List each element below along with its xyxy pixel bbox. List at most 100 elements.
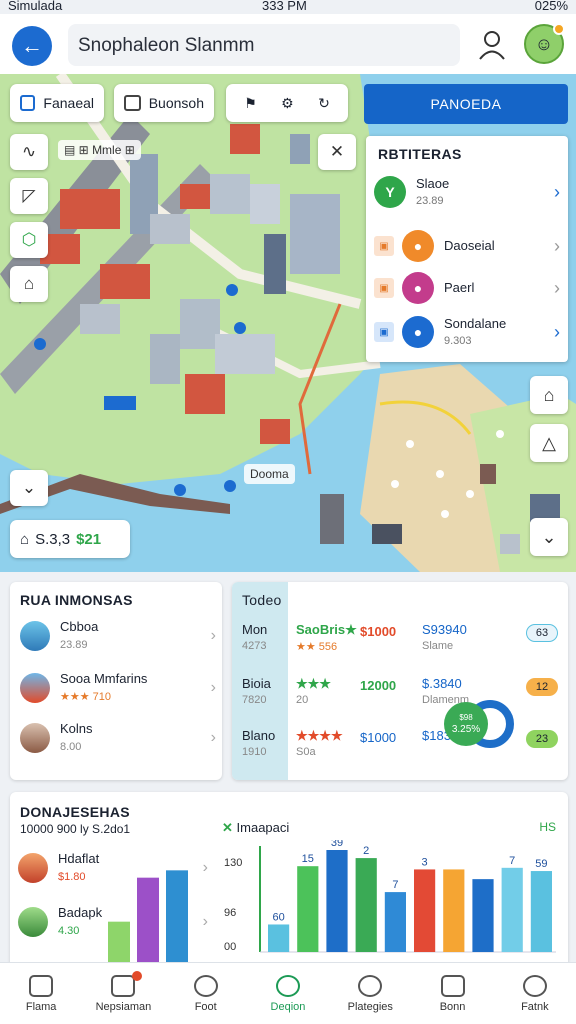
donut-value: 3.25% bbox=[452, 724, 480, 735]
chip-filter-2[interactable]: Buonsoh bbox=[114, 84, 214, 122]
status-bar: Simulada 333 PM 025% bbox=[0, 0, 576, 14]
back-button[interactable]: ← bbox=[12, 26, 52, 66]
chevron-right-icon: › bbox=[554, 181, 560, 202]
nav-item-home[interactable]: Flama bbox=[0, 963, 82, 1024]
home-map-icon[interactable]: ⌂ bbox=[530, 376, 568, 414]
table-row[interactable]: Blano 1910 ★★★★ S0a $1000 $1839 23 bbox=[242, 728, 572, 776]
smile-icon bbox=[193, 974, 218, 997]
row-sub: 4273 bbox=[242, 640, 267, 652]
person-name: Sooa Mmfarins bbox=[60, 671, 148, 686]
bar bbox=[355, 858, 377, 952]
avatar bbox=[20, 673, 50, 703]
close-icon[interactable]: ✕ bbox=[318, 134, 356, 170]
nav-label: Fatnk bbox=[521, 1000, 549, 1013]
bar bbox=[443, 869, 465, 952]
y-tick-label: 00 bbox=[224, 941, 236, 953]
user-icon bbox=[522, 974, 547, 997]
nav-item-active[interactable]: Deqion bbox=[247, 963, 329, 1024]
map-place-label: ▤ ⊞ Mmle ⊞ bbox=[58, 140, 141, 160]
chart-title: ✕ Imaapaci bbox=[222, 820, 289, 836]
table-row[interactable]: Bioia 7820 ★★★ 20 12000 $.3840 Dlamenm 1… bbox=[242, 676, 572, 724]
row-alt-sub: Slame bbox=[422, 640, 454, 652]
bar bbox=[108, 921, 130, 962]
list-item[interactable]: Kolns 8.00 › bbox=[20, 714, 216, 762]
map-view[interactable]: Fanaeal Buonsoh ⚑ ⚙ ↻ PANOEDA ∿ ◸ ⬡ ⌂ ⌄ … bbox=[0, 74, 576, 572]
nav-item-notifications[interactable]: Nepsiaman bbox=[82, 963, 164, 1024]
map-tools-group: ⚑ ⚙ ↻ bbox=[226, 84, 348, 122]
chevron-down-icon[interactable]: ⌄ bbox=[530, 518, 568, 556]
results-panel: RBTITERAS Y Slaoe 23.89 › ▣ ● Daoseial › … bbox=[366, 136, 568, 362]
row-alt: $.3840 bbox=[422, 676, 462, 691]
tag-icon: ▣ bbox=[374, 236, 394, 256]
chevron-right-icon: › bbox=[210, 627, 216, 644]
row-alt: S93940 bbox=[422, 622, 467, 637]
primary-action-button[interactable]: PANOEDA bbox=[364, 84, 568, 124]
compare-card: Todeo Mon 4273 SaoBris★ ★★ 556 $1000 S93… bbox=[232, 582, 568, 780]
navigate-icon[interactable]: △ bbox=[530, 424, 568, 462]
bar bbox=[268, 924, 290, 952]
nav-item-strategies[interactable]: Plategies bbox=[329, 963, 411, 1024]
bar bbox=[384, 892, 406, 952]
row-rating-sub: 20 bbox=[296, 694, 309, 706]
check-icon: Y bbox=[374, 176, 406, 208]
chip-filter-2-label: Buonsoh bbox=[148, 95, 204, 111]
person-run-icon bbox=[275, 974, 300, 997]
nav-label: Foot bbox=[194, 1000, 217, 1013]
pin-icon[interactable]: ⬡ bbox=[10, 222, 48, 258]
person-sub: ★★★ 710 bbox=[60, 691, 111, 703]
bottom-nav: Flama Nepsiaman Foot Deqion Plategies Bo… bbox=[0, 962, 576, 1024]
wave-icon[interactable]: ∿ bbox=[10, 134, 48, 170]
bar bbox=[166, 870, 188, 962]
gear-icon[interactable]: ⚙ bbox=[281, 95, 294, 112]
result-name: Sondalane bbox=[444, 315, 507, 331]
layers-icon[interactable]: ⌂ bbox=[10, 266, 48, 302]
person-sub: 23.89 bbox=[60, 639, 88, 651]
nav-item-books[interactable]: Bonn bbox=[411, 963, 493, 1024]
home-icon: ⌂ bbox=[20, 530, 30, 548]
person-name: Kolns bbox=[60, 721, 93, 736]
flag-icon[interactable]: ⚑ bbox=[244, 95, 257, 112]
result-item[interactable]: ▣ ● Paerl › bbox=[374, 266, 560, 310]
bar bbox=[326, 850, 348, 952]
search-input[interactable]: Snophaleon Slanmm bbox=[68, 24, 460, 66]
row-rating: SaoBris★ bbox=[296, 622, 357, 637]
nav-label: Plategies bbox=[347, 1000, 393, 1013]
avatar[interactable]: ☺ bbox=[524, 23, 565, 64]
refresh-icon[interactable]: ↻ bbox=[318, 95, 330, 112]
data-label: 39 bbox=[331, 840, 343, 849]
result-name: Daoseial bbox=[444, 238, 495, 253]
result-name: Paerl bbox=[444, 280, 475, 295]
result-item[interactable]: Y Slaoe 23.89 › bbox=[374, 170, 560, 214]
nav-item-profile[interactable]: Fatnk bbox=[494, 963, 576, 1024]
people-card: RUA INMONSAS Cbboa 23.89 › Sooa Mmfarins ★… bbox=[10, 582, 222, 780]
result-item[interactable]: ▣ ● Daoseial › bbox=[374, 224, 560, 268]
price-pill[interactable]: ⌂ S.3,3 $21 bbox=[10, 520, 130, 558]
row-rating: ★★★ bbox=[296, 676, 331, 691]
chip-filter-1[interactable]: Fanaeal bbox=[10, 84, 104, 122]
chevron-right-icon: › bbox=[554, 235, 560, 256]
draw-icon[interactable]: ◸ bbox=[10, 178, 48, 214]
list-item[interactable]: Sooa Mmfarins ★★★ 710 › bbox=[20, 664, 216, 712]
row-rating: ★★★★ bbox=[296, 728, 343, 743]
bar bbox=[530, 871, 552, 952]
avatar: ● bbox=[402, 272, 434, 304]
list-item[interactable]: Cbboa 23.89 › bbox=[20, 612, 216, 660]
avatar: ● bbox=[402, 230, 434, 262]
data-label: 7 bbox=[392, 879, 398, 891]
row-label: Mon bbox=[242, 622, 268, 637]
table-row[interactable]: Mon 4273 SaoBris★ ★★ 556 $1000 S93940 Sl… bbox=[242, 622, 572, 670]
nav-item-food[interactable]: Foot bbox=[165, 963, 247, 1024]
collapse-icon[interactable]: ⌄ bbox=[10, 470, 48, 506]
data-label: 60 bbox=[272, 911, 284, 923]
status-badge: 12 bbox=[526, 678, 558, 696]
carrier-label: Simulada bbox=[8, 0, 63, 13]
result-item[interactable]: ▣ ● Sondalane 9.303 › bbox=[374, 310, 560, 354]
people-card-title: RUA INMONSAS bbox=[20, 592, 133, 608]
chevron-right-icon: › bbox=[554, 277, 560, 298]
user-icon[interactable] bbox=[478, 30, 506, 60]
battery-label: 025% bbox=[534, 0, 568, 13]
result-sub: 9.303 bbox=[444, 334, 472, 347]
arrow-left-icon: ← bbox=[21, 33, 43, 58]
data-label: 15 bbox=[302, 853, 314, 865]
mini-bar-chart bbox=[108, 870, 188, 962]
